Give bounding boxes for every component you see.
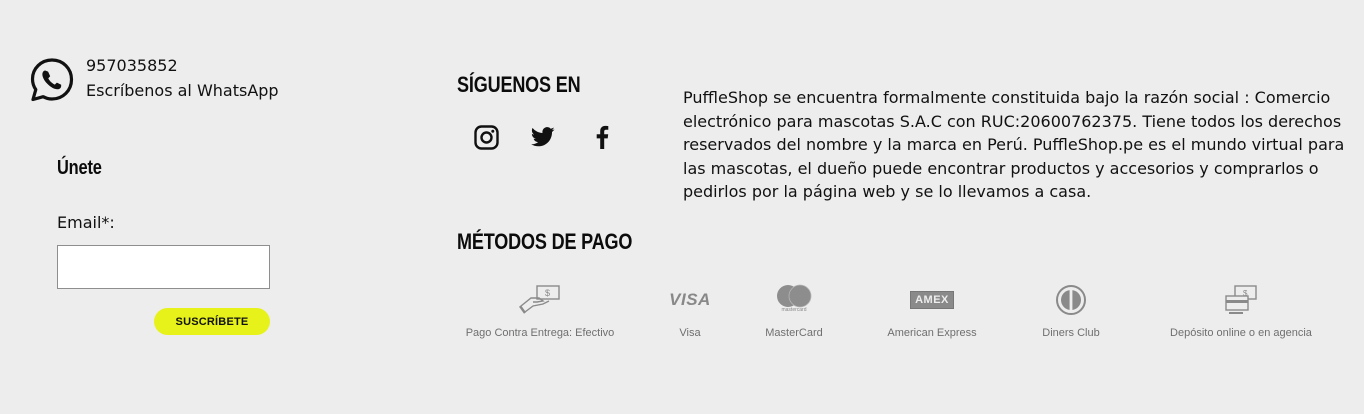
payment-label-deposit: Depósito online o en agencia [1170,327,1312,339]
whatsapp-text[interactable]: Escríbenos al WhatsApp [86,81,279,100]
svg-text:$: $ [545,288,550,298]
twitter-icon[interactable] [530,124,556,150]
payment-method-visa: VISA Visa [660,283,720,339]
payment-label-diners: Diners Club [1042,327,1100,339]
social-title: SÍGUENOS EN [457,72,581,97]
payment-method-cash: $ Pago Contra Entrega: Efectivo [460,283,620,339]
bank-deposit-icon: $ [1223,283,1259,317]
contact-phone: 957035852 [86,56,178,75]
mastercard-icon: mastercard [774,283,814,317]
payment-label-visa: Visa [679,327,701,339]
instagram-icon[interactable] [473,124,499,150]
visa-wordmark: VISA [669,290,711,309]
subscribe-button[interactable]: SUSCRÍBETE [154,308,270,335]
payment-method-mastercard: mastercard MasterCard [754,283,834,339]
payment-method-amex: AMEX American Express [872,283,992,339]
facebook-icon[interactable] [589,124,615,150]
email-field[interactable] [57,245,270,289]
amex-icon: AMEX [910,283,954,317]
whatsapp-icon[interactable] [29,57,75,103]
cash-on-delivery-icon: $ [519,283,561,317]
company-description: PuffleShop se encuentra formalmente cons… [683,88,1345,202]
payment-method-deposit: $ Depósito online o en agencia [1161,283,1321,339]
payment-label-mastercard: MasterCard [765,327,823,339]
payment-title: MÉTODOS DE PAGO [457,229,633,254]
email-label: Email*: [57,213,115,232]
diners-club-icon [1055,283,1087,317]
visa-icon: VISA [669,283,711,317]
mastercard-wordmark: mastercard [781,307,807,313]
payment-label-cash: Pago Contra Entrega: Efectivo [465,327,615,339]
payment-label-amex: American Express [887,327,977,339]
newsletter-title: Únete [57,157,102,179]
social-links [473,124,615,150]
amex-wordmark: AMEX [910,291,954,309]
payment-method-diners: Diners Club [1031,283,1111,339]
